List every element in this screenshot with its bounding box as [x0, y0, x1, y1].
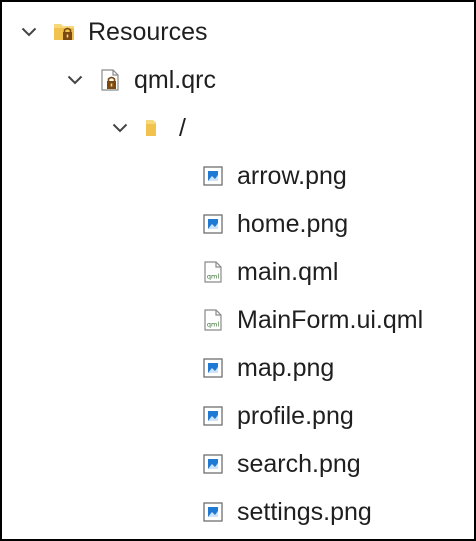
qml-file-icon: qml	[201, 308, 225, 332]
resource-tree: Resources qml.qrc / arrow.png home.png q…	[2, 8, 474, 536]
qml-file-icon: qml	[201, 260, 225, 284]
tree-item-label: qml.qrc	[134, 65, 216, 94]
tree-item-label: main.qml	[237, 257, 339, 286]
tree-item-label: settings.png	[237, 497, 372, 526]
folder-lock-icon	[52, 20, 76, 44]
tree-item-file[interactable]: home.png	[2, 200, 474, 248]
tree-item-qml-qrc[interactable]: qml.qrc	[2, 56, 474, 104]
tree-item-label: home.png	[237, 209, 349, 238]
svg-text:qml: qml	[207, 321, 219, 329]
tree-item-label: /	[179, 113, 186, 142]
tree-item-label: profile.png	[237, 401, 354, 430]
tree-item-file[interactable]: qml main.qml	[2, 248, 474, 296]
image-file-icon	[201, 164, 225, 188]
image-file-icon	[201, 212, 225, 236]
image-file-icon	[201, 356, 225, 380]
folder-icon	[143, 116, 167, 140]
svg-text:qml: qml	[207, 273, 219, 281]
chevron-down-icon[interactable]	[109, 117, 131, 139]
tree-item-label: arrow.png	[237, 161, 347, 190]
chevron-down-icon[interactable]	[64, 69, 86, 91]
tree-item-label: search.png	[237, 449, 361, 478]
image-file-icon	[201, 404, 225, 428]
tree-item-file[interactable]: settings.png	[2, 488, 474, 536]
tree-item-label: map.png	[237, 353, 335, 382]
tree-item-prefix-root[interactable]: /	[2, 104, 474, 152]
tree-item-file[interactable]: map.png	[2, 344, 474, 392]
chevron-down-icon[interactable]	[18, 21, 40, 43]
tree-item-file[interactable]: profile.png	[2, 392, 474, 440]
tree-item-file[interactable]: search.png	[2, 440, 474, 488]
file-lock-icon	[98, 68, 122, 92]
tree-item-file[interactable]: arrow.png	[2, 152, 474, 200]
image-file-icon	[201, 452, 225, 476]
tree-item-resources[interactable]: Resources	[2, 8, 474, 56]
tree-item-label: Resources	[88, 17, 208, 46]
project-tree-panel: Resources qml.qrc / arrow.png home.png q…	[0, 0, 476, 541]
tree-item-label: MainForm.ui.qml	[237, 305, 424, 334]
image-file-icon	[201, 500, 225, 524]
tree-item-file[interactable]: qml MainForm.ui.qml	[2, 296, 474, 344]
